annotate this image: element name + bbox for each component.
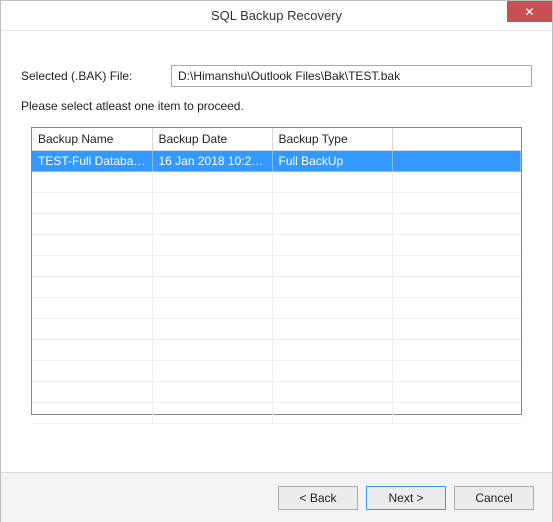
cancel-button[interactable]: Cancel [454, 486, 534, 510]
close-icon: ✕ [524, 5, 534, 19]
table-row-empty: . [32, 235, 521, 256]
table-row-empty: . [32, 256, 521, 277]
table-row-empty: . [32, 298, 521, 319]
footer: < Back Next > Cancel [1, 472, 552, 522]
table-row-empty: . [32, 382, 521, 403]
close-button[interactable]: ✕ [507, 1, 552, 22]
backup-grid: Backup Name Backup Date Backup Type TEST… [31, 127, 522, 415]
window-title: SQL Backup Recovery [1, 8, 552, 23]
table-row-empty: . [32, 319, 521, 340]
col-header-spacer [392, 128, 521, 151]
table-row-empty: . [32, 193, 521, 214]
table-row[interactable]: TEST-Full Database ... 16 Jan 2018 10:29… [32, 151, 521, 172]
table-row-empty: . [32, 277, 521, 298]
cell-backup-date: 16 Jan 2018 10:29:... [152, 151, 272, 172]
content-area: Selected (.BAK) File: Please select atle… [1, 31, 552, 415]
table-row-empty: . [32, 361, 521, 382]
table-row-empty: . [32, 340, 521, 361]
table-row-empty: . [32, 172, 521, 193]
next-button[interactable]: Next > [366, 486, 446, 510]
col-header-type[interactable]: Backup Type [272, 128, 392, 151]
file-path-input[interactable] [171, 65, 532, 87]
table-header-row: Backup Name Backup Date Backup Type [32, 128, 521, 151]
back-button[interactable]: < Back [278, 486, 358, 510]
titlebar: SQL Backup Recovery ✕ [1, 1, 552, 31]
table-row-empty: . [32, 214, 521, 235]
cell-backup-type: Full BackUp [272, 151, 392, 172]
cell-spacer [392, 151, 521, 172]
col-header-name[interactable]: Backup Name [32, 128, 152, 151]
backup-table: Backup Name Backup Date Backup Type TEST… [32, 128, 521, 424]
instruction-text: Please select atleast one item to procee… [21, 99, 532, 113]
file-row: Selected (.BAK) File: [21, 65, 532, 87]
cell-backup-name: TEST-Full Database ... [32, 151, 152, 172]
col-header-date[interactable]: Backup Date [152, 128, 272, 151]
table-row-empty: . [32, 403, 521, 424]
file-label: Selected (.BAK) File: [21, 69, 161, 83]
